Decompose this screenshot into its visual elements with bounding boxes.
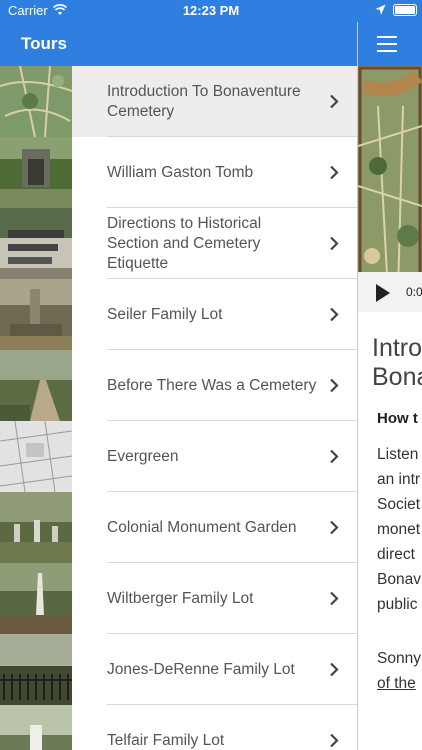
chevron-right-icon <box>330 591 339 606</box>
play-icon[interactable] <box>376 284 390 302</box>
tour-row[interactable]: Jones-DeRenne Family Lot <box>0 634 357 705</box>
chevron-right-icon <box>330 165 339 180</box>
tour-label: Evergreen <box>107 447 179 465</box>
chevron-right-icon <box>330 307 339 322</box>
tour-thumbnail-tomb <box>0 137 72 208</box>
tour-label: Introduction To Bonaventure Cemetery <box>107 82 301 120</box>
tour-label: William Gaston Tomb <box>107 163 254 181</box>
chevron-right-icon <box>330 236 339 251</box>
page-title: Tours <box>21 34 67 53</box>
tour-row[interactable]: Evergreen <box>0 421 357 492</box>
detail-subheading: How t <box>377 410 418 427</box>
tour-thumbnail-obelisk <box>0 563 72 634</box>
tour-row[interactable]: Colonial Monument Garden <box>0 492 357 563</box>
tour-row[interactable]: Telfair Family Lot <box>0 705 357 750</box>
tour-label: Jones-DeRenne Family Lot <box>107 660 295 678</box>
tour-thumbnail-lot <box>0 279 72 350</box>
split-divider <box>357 22 358 750</box>
tour-label: Colonial Monument Garden <box>107 518 297 536</box>
hamburger-menu-icon[interactable] <box>377 36 397 52</box>
player-time: 0:0 <box>406 285 422 299</box>
tour-row[interactable]: Before There Was a Cemetery <box>0 350 357 421</box>
tour-label: Wiltberger Family Lot <box>107 589 254 607</box>
detail-body-text: Listen an intr Societ monet direct Bonav… <box>377 446 421 613</box>
detail-navigation-bar <box>358 22 422 66</box>
tour-thumbnail-road <box>0 350 72 421</box>
tour-label: Seiler Family Lot <box>107 305 223 323</box>
tour-label: Directions to Historical Section and Cem… <box>107 214 262 272</box>
tour-thumbnail-monument <box>0 705 72 750</box>
tour-thumbnail-plan <box>0 421 72 492</box>
chevron-right-icon <box>330 520 339 535</box>
tour-thumbnail-fence <box>0 634 72 705</box>
tour-thumbnail-map <box>0 66 72 137</box>
battery-icon <box>393 4 417 16</box>
tour-row[interactable]: Wiltberger Family Lot <box>0 563 357 634</box>
tour-label: Telfair Family Lot <box>107 731 225 749</box>
navigation-bar: Tours <box>0 22 358 66</box>
tour-list[interactable]: Introduction To Bonaventure Cemetery Wil… <box>0 66 357 750</box>
location-arrow-icon <box>375 4 386 15</box>
audio-player: 0:0 <box>358 272 422 312</box>
detail-body-link[interactable]: Sonny of the <box>377 646 421 696</box>
tour-row[interactable]: William Gaston Tomb <box>0 137 357 208</box>
chevron-right-icon <box>330 94 339 109</box>
status-bar: Carrier 12:23 PM <box>0 0 422 22</box>
tour-label: Before There Was a Cemetery <box>107 376 317 394</box>
chevron-right-icon <box>330 733 339 748</box>
cemetery-map-image <box>358 66 422 294</box>
chevron-right-icon <box>330 662 339 677</box>
chevron-right-icon <box>330 378 339 393</box>
detail-pane: 0:0 Intro Bona How t Listen an intr Soci… <box>358 22 422 750</box>
detail-title: Intro Bona <box>372 334 422 391</box>
tour-row[interactable]: Seiler Family Lot <box>0 279 357 350</box>
tour-row[interactable]: Introduction To Bonaventure Cemetery <box>0 66 357 137</box>
chevron-right-icon <box>330 449 339 464</box>
tour-row[interactable]: Directions to Historical Section and Cem… <box>0 208 357 279</box>
clock: 12:23 PM <box>182 3 240 18</box>
tour-thumbnail-garden <box>0 492 72 563</box>
tour-thumbnail-signs <box>0 208 72 279</box>
